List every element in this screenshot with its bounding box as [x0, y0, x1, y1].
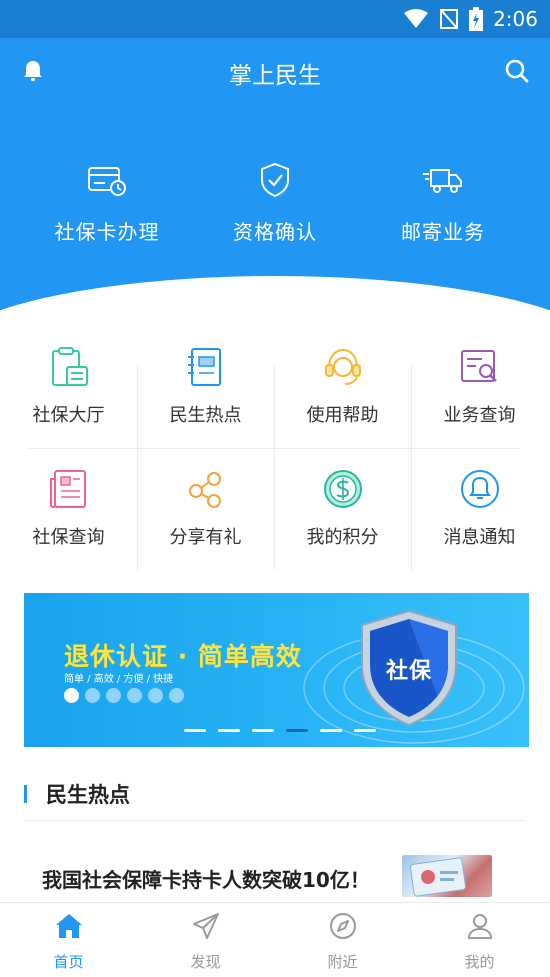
grid-item-label: 社保查询	[32, 527, 105, 548]
quick-action-label: 资格确认	[233, 220, 317, 244]
grid-item-label: 业务查询	[443, 405, 516, 426]
coin-icon	[323, 470, 362, 508]
news-title: 我国社会保障卡持卡人数突破10亿！	[42, 868, 370, 892]
truck-icon	[423, 169, 462, 193]
status-icons: 2:06	[403, 6, 538, 32]
quick-action-qualification[interactable]: 资格确认	[190, 162, 360, 245]
clipboard-icon	[51, 347, 88, 386]
carousel-indicator	[184, 729, 376, 732]
banner-title: 退休认证 · 简单高效	[64, 642, 302, 671]
share-icon	[188, 472, 221, 508]
newspaper-icon	[49, 470, 86, 508]
paper-plane-icon	[192, 913, 219, 939]
status-bar: 2:06	[0, 0, 550, 38]
headset-icon	[324, 348, 361, 385]
shield-badge: 社保	[344, 607, 474, 729]
compass-icon	[329, 913, 356, 939]
grid-item-label: 民生热点	[169, 405, 242, 426]
grid-item-label: 我的积分	[306, 527, 379, 548]
shield-check-icon	[261, 162, 289, 198]
grid-item-label: 使用帮助	[306, 405, 379, 426]
header: 掌上民生 社保卡办理 资格确认 邮寄业务	[0, 38, 550, 310]
header-curve	[0, 276, 550, 310]
grid-item-social-query[interactable]: 社保查询	[0, 457, 137, 579]
wifi-icon	[404, 9, 429, 28]
battery-icon	[469, 7, 484, 31]
grid-item-share[interactable]: 分享有礼	[137, 457, 274, 579]
grid-item-help[interactable]: 使用帮助	[274, 335, 411, 457]
news-thumbnail	[402, 855, 492, 897]
nav-home[interactable]: 首页	[0, 911, 137, 972]
section-accent-bar	[24, 785, 27, 803]
search-icon[interactable]	[504, 58, 530, 84]
notebook-icon	[187, 348, 221, 386]
no-signal-icon	[440, 9, 459, 29]
nav-discover[interactable]: 发现	[137, 911, 274, 972]
grid-item-notifications[interactable]: 消息通知	[411, 457, 548, 579]
nav-nearby[interactable]: 附近	[274, 911, 411, 972]
banner-dots-decoration	[64, 688, 184, 703]
quick-action-social-card[interactable]: 社保卡办理	[22, 162, 192, 245]
promo-banner[interactable]: 退休认证 · 简单高效 简单 / 高效 / 方便 / 快捷 社保	[24, 593, 529, 747]
banner-subtitle: 简单 / 高效 / 方便 / 快捷	[64, 674, 174, 685]
card-clock-icon	[88, 167, 126, 196]
nav-label: 首页	[53, 953, 84, 971]
nav-label: 发现	[190, 953, 221, 971]
news-item[interactable]: 我国社会保障卡持卡人数突破10亿！	[42, 852, 512, 900]
home-icon	[55, 914, 82, 938]
grid-item-hot-topics[interactable]: 民生热点	[137, 335, 274, 457]
bottom-nav: 首页 发现 附近 我的	[0, 902, 550, 977]
nav-label: 我的	[464, 953, 495, 971]
user-icon	[467, 914, 492, 939]
grid-item-my-points[interactable]: 我的积分	[274, 457, 411, 579]
grid-item-social-hall[interactable]: 社保大厅	[0, 335, 137, 457]
nav-label: 附近	[327, 953, 358, 971]
status-time: 2:06	[493, 7, 538, 31]
shield-label: 社保	[385, 659, 432, 684]
quick-action-mail[interactable]: 邮寄业务	[358, 162, 528, 245]
quick-action-label: 邮寄业务	[401, 220, 485, 244]
grid-item-label: 分享有礼	[169, 527, 242, 548]
quick-action-label: 社保卡办理	[54, 220, 160, 244]
search-document-icon	[460, 350, 497, 382]
grid-item-business-query[interactable]: 业务查询	[411, 335, 548, 457]
app-screen: 2:06 掌上民生 社保卡办理 资格确认 邮寄业务 社保大厅 民生热点 使用帮助…	[0, 0, 550, 977]
grid-item-label: 社保大厅	[32, 405, 105, 426]
nav-mine[interactable]: 我的	[411, 911, 548, 972]
bell-circle-icon	[460, 470, 499, 508]
section-title: 民生热点	[46, 783, 130, 807]
section-header: 民生热点	[24, 775, 526, 815]
grid-item-label: 消息通知	[443, 527, 516, 548]
page-title: 掌上民生	[229, 63, 321, 89]
divider	[24, 820, 526, 821]
card-image-icon	[409, 857, 467, 897]
